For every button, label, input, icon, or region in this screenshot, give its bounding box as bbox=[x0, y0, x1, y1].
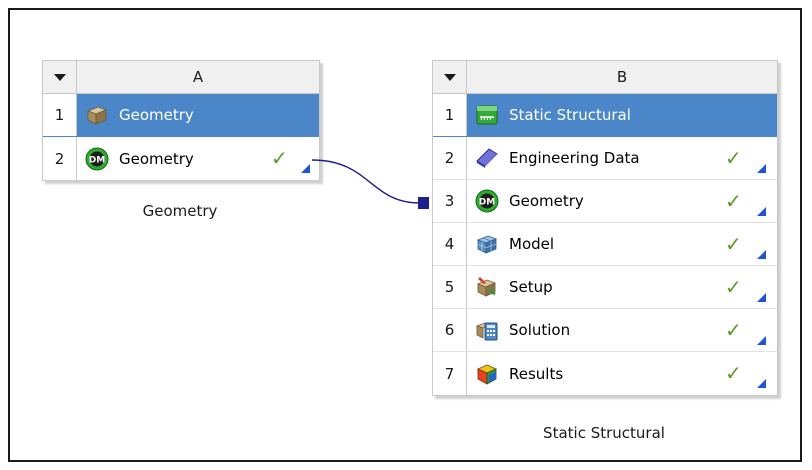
results-icon bbox=[475, 362, 499, 386]
up-to-date-check-icon: ✓ bbox=[725, 275, 742, 299]
connection-corner-icon[interactable] bbox=[757, 336, 766, 345]
cell-b1-static-structural[interactable]: 1 Static Structural bbox=[433, 94, 777, 137]
up-to-date-check-icon: ✓ bbox=[725, 146, 742, 170]
setup-icon bbox=[475, 275, 499, 299]
up-to-date-check-icon: ✓ bbox=[725, 189, 742, 213]
row-number: 3 bbox=[433, 180, 467, 222]
static-structural-icon bbox=[475, 103, 499, 127]
row-number: 1 bbox=[433, 94, 467, 136]
connection-corner-icon[interactable] bbox=[757, 250, 766, 259]
connection-corner-icon[interactable] bbox=[757, 293, 766, 302]
up-to-date-check-icon: ✓ bbox=[725, 318, 742, 342]
cell-label: Static Structural bbox=[509, 106, 631, 124]
cell-label: Setup bbox=[509, 278, 553, 296]
row-number: 5 bbox=[433, 266, 467, 308]
cell-b6-solution[interactable]: 6 Solution ✓ bbox=[433, 309, 777, 352]
system-menu-toggle[interactable] bbox=[433, 61, 467, 93]
cell-b7-results[interactable]: 7 Results ✓ bbox=[433, 352, 777, 395]
cell-label: Model bbox=[509, 235, 555, 253]
row-number: 2 bbox=[433, 137, 467, 179]
link-endpoint-square bbox=[418, 197, 429, 209]
system-b-static-structural[interactable]: B 1 Static Structural 2 Engineering Data… bbox=[432, 60, 778, 396]
engineering-data-icon bbox=[475, 146, 499, 170]
cell-b2-engineering-data[interactable]: 2 Engineering Data ✓ bbox=[433, 137, 777, 180]
dropdown-triangle-icon bbox=[443, 73, 456, 81]
up-to-date-check-icon: ✓ bbox=[725, 361, 742, 385]
row-number: 4 bbox=[433, 223, 467, 265]
solution-icon bbox=[475, 318, 499, 342]
cell-label: Engineering Data bbox=[509, 149, 640, 167]
cell-b4-model[interactable]: 4 Model ✓ bbox=[433, 223, 777, 266]
row-number: 6 bbox=[433, 309, 467, 351]
system-header: B bbox=[433, 61, 777, 94]
connection-corner-icon[interactable] bbox=[757, 379, 766, 388]
cell-b3-geometry[interactable]: 3 DM Geometry ✓ bbox=[433, 180, 777, 223]
up-to-date-check-icon: ✓ bbox=[725, 232, 742, 256]
dm-text: DM bbox=[479, 198, 495, 208]
designmodeler-icon: DM bbox=[475, 189, 499, 213]
row-number: 7 bbox=[433, 352, 467, 395]
cell-label: Results bbox=[509, 364, 564, 383]
system-letter: B bbox=[616, 68, 628, 86]
cell-label: Geometry bbox=[509, 192, 584, 210]
cell-label: Solution bbox=[509, 321, 571, 339]
system-b-caption[interactable]: Static Structural bbox=[432, 424, 776, 442]
project-schematic: A 1 Geometry 2 DM Geometry ✓ Geometry B … bbox=[8, 8, 802, 462]
model-mesh-icon bbox=[475, 232, 499, 256]
connection-corner-icon[interactable] bbox=[757, 207, 766, 216]
connection-corner-icon[interactable] bbox=[757, 164, 766, 173]
cell-b5-setup[interactable]: 5 Setup ✓ bbox=[433, 266, 777, 309]
